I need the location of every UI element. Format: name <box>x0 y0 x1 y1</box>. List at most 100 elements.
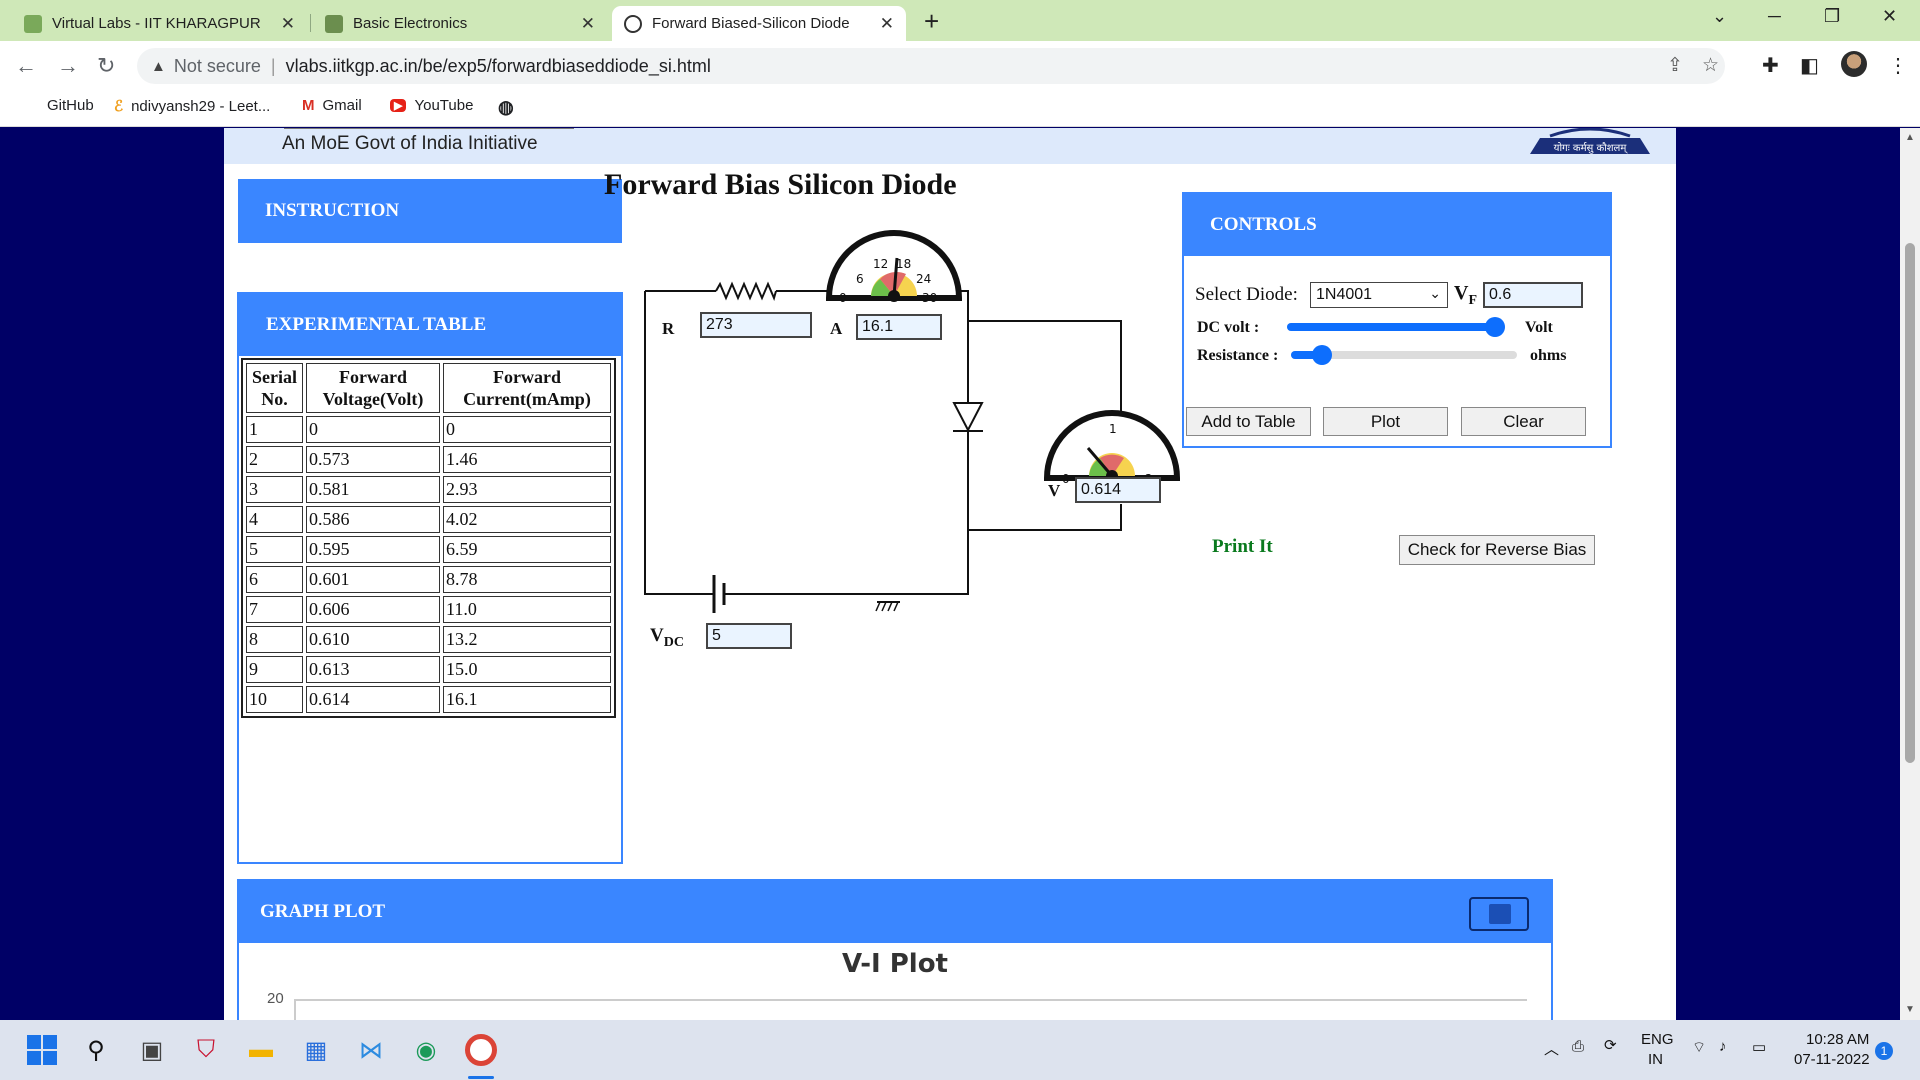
address-bar[interactable]: ▲ Not secure | vlabs.iitkgp.ac.in/be/exp… <box>137 48 1725 84</box>
scroll-thumb[interactable] <box>1905 243 1915 763</box>
vf-input[interactable]: 0.6 <box>1483 282 1583 308</box>
extensions-icon[interactable]: ✚ <box>1762 53 1779 78</box>
file-explorer-icon[interactable]: ▬ <box>245 1034 277 1066</box>
add-to-table-button[interactable]: Add to Table <box>1186 407 1311 436</box>
wire-to-voltmeter-top <box>968 320 1122 418</box>
youtube-icon: ▶ <box>390 99 407 112</box>
bookmark-globe[interactable]: ◍ <box>498 97 522 118</box>
page-content: An MoE Govt of India Initiative योगः कर्… <box>224 128 1676 1020</box>
clock-time[interactable]: 10:28 AM <box>1806 1031 1869 1048</box>
page-viewport: An MoE Govt of India Initiative योगः कर्… <box>0 128 1900 1020</box>
vdc-readout[interactable]: 5 <box>706 623 792 649</box>
scroll-down-arrow-icon[interactable]: ▼ <box>1905 1004 1915 1015</box>
sync-icon[interactable]: ⟳ <box>1604 1036 1617 1054</box>
ground-hatch <box>887 601 893 612</box>
resistor-label: R <box>662 319 675 338</box>
close-tab-icon[interactable]: ✕ <box>581 14 595 34</box>
tab-label: Virtual Labs - IIT KHARAGPUR <box>52 15 261 32</box>
diode-select-value: 1N4001 <box>1316 286 1373 303</box>
resistance-slider-handle[interactable] <box>1312 345 1332 365</box>
menu-kebab-icon[interactable]: ⋮ <box>1888 53 1908 78</box>
vdc-label: VDC <box>650 625 684 651</box>
microsoft-store-icon[interactable]: ▦ <box>300 1034 332 1066</box>
printer-icon[interactable]: ⎙ <box>1572 1038 1584 1055</box>
maximize-button[interactable]: ❐ <box>1824 6 1840 27</box>
battery-icon[interactable]: ▭ <box>1752 1038 1766 1056</box>
current-readout[interactable]: 16.1 <box>856 314 942 340</box>
controls-header: CONTROLS <box>1184 194 1610 256</box>
vf-symbol: V <box>1454 282 1469 304</box>
browser-toolbar: ← → ↻ ▲ Not secure | vlabs.iitkgp.ac.in/… <box>0 41 1920 91</box>
save-graph-button[interactable] <box>1469 897 1529 931</box>
tab-virtual-labs[interactable]: Virtual Labs - IIT KHARAGPUR ✕ <box>12 6 307 41</box>
check-reverse-bias-button[interactable]: Check for Reverse Bias <box>1399 535 1595 565</box>
notification-badge[interactable]: 1 <box>1875 1042 1893 1060</box>
bookmark-leetcode[interactable]: ℰ ndivyansh29 - Leet... <box>114 97 271 116</box>
vdc-subscript: DC <box>663 634 684 650</box>
bookmark-github[interactable]: GitHub <box>47 97 94 114</box>
plot-button[interactable]: Plot <box>1323 407 1448 436</box>
active-app-indicator <box>468 1076 494 1079</box>
dc-volt-label: DC volt : <box>1197 319 1260 336</box>
chevron-down-icon: ⌄ <box>1429 285 1441 301</box>
language-bottom[interactable]: IN <box>1648 1051 1663 1068</box>
reload-icon[interactable]: ↻ <box>97 53 115 79</box>
clear-button[interactable]: Clear <box>1461 407 1586 436</box>
virtual-labs-favicon-icon <box>24 14 42 33</box>
print-it-link[interactable]: Print It <box>1212 536 1273 558</box>
vf-label: VF <box>1454 282 1477 309</box>
search-icon[interactable]: ⚲ <box>80 1034 112 1066</box>
voltage-readout[interactable]: 0.614 <box>1075 477 1161 503</box>
windows-logo <box>27 1035 57 1065</box>
ammeter-tick: 30 <box>922 291 937 305</box>
edge-icon[interactable]: ◉ <box>410 1034 442 1066</box>
leetcode-icon: ℰ <box>114 98 124 115</box>
new-tab-button[interactable]: + <box>924 6 939 37</box>
ammeter-tick: 0 <box>839 291 847 305</box>
scroll-up-arrow-icon[interactable]: ▲ <box>1905 132 1915 143</box>
clock-date[interactable]: 07-11-2022 <box>1794 1051 1870 1068</box>
windows-start-icon[interactable] <box>26 1034 58 1066</box>
wire-to-diode <box>959 290 969 403</box>
volume-icon[interactable]: ♪ <box>1719 1038 1727 1055</box>
bookmarks-bar: GitHub ℰ ndivyansh29 - Leet... M Gmail ▶… <box>0 91 1920 127</box>
vscode-icon[interactable]: ⋈ <box>355 1034 387 1066</box>
url-text[interactable]: vlabs.iitkgp.ac.in/be/exp5/forwardbiased… <box>286 56 711 77</box>
ammeter-tick: 12 <box>873 257 888 271</box>
bookmark-star-icon[interactable]: ☆ <box>1702 54 1719 77</box>
page-scrollbar[interactable]: ▲ ▼ <box>1900 128 1920 1020</box>
resistance-readout[interactable]: 273 <box>700 312 812 338</box>
tab-label: Forward Biased-Silicon Diode <box>652 15 850 32</box>
close-tab-icon[interactable]: ✕ <box>281 14 295 34</box>
bookmark-youtube[interactable]: ▶ YouTube <box>390 97 473 114</box>
bookmark-label: ndivyansh29 - Leet... <box>131 97 271 115</box>
ammeter-gauge: 0 6 12 18 24 30 <box>825 230 963 305</box>
tray-chevron-up-icon[interactable]: ︿ <box>1544 1038 1559 1059</box>
side-panel-icon[interactable]: ◧ <box>1800 53 1819 78</box>
tab-strip: Virtual Labs - IIT KHARAGPUR ✕ Basic Ele… <box>0 0 1920 41</box>
tab-basic-electronics[interactable]: Basic Electronics ✕ <box>313 6 607 41</box>
gmail-icon: M <box>302 97 315 114</box>
task-view-icon[interactable]: ▣ <box>136 1034 168 1066</box>
minimize-button[interactable]: ─ <box>1768 6 1781 27</box>
tab-forward-biased-diode[interactable]: Forward Biased-Silicon Diode ✕ <box>612 6 906 41</box>
back-arrow-icon[interactable]: ← <box>15 53 37 79</box>
forward-arrow-icon[interactable]: → <box>57 53 79 79</box>
dc-volt-slider[interactable] <box>1287 317 1505 337</box>
share-icon[interactable]: ⇪ <box>1667 54 1683 77</box>
close-window-button[interactable]: ✕ <box>1882 6 1897 27</box>
diode-select[interactable]: 1N4001 ⌄ <box>1310 282 1448 308</box>
dc-volt-slider-handle[interactable] <box>1485 317 1505 337</box>
voltmeter-gauge: 0 1 2 <box>1043 410 1181 486</box>
wifi-icon[interactable]: ⌔ <box>1692 1038 1706 1057</box>
bookmark-gmail[interactable]: M Gmail <box>302 97 362 114</box>
resistance-slider[interactable] <box>1291 345 1517 365</box>
not-secure-label[interactable]: Not secure <box>174 56 261 77</box>
profile-avatar[interactable] <box>1841 51 1867 77</box>
close-tab-icon[interactable]: ✕ <box>880 14 894 34</box>
mcafee-icon[interactable]: ⛉ <box>190 1034 222 1066</box>
language-top[interactable]: ENG <box>1641 1031 1674 1048</box>
resistor-symbol <box>715 281 777 301</box>
chrome-icon[interactable] <box>465 1034 497 1066</box>
tab-search-icon[interactable]: ⌄ <box>1712 6 1727 27</box>
